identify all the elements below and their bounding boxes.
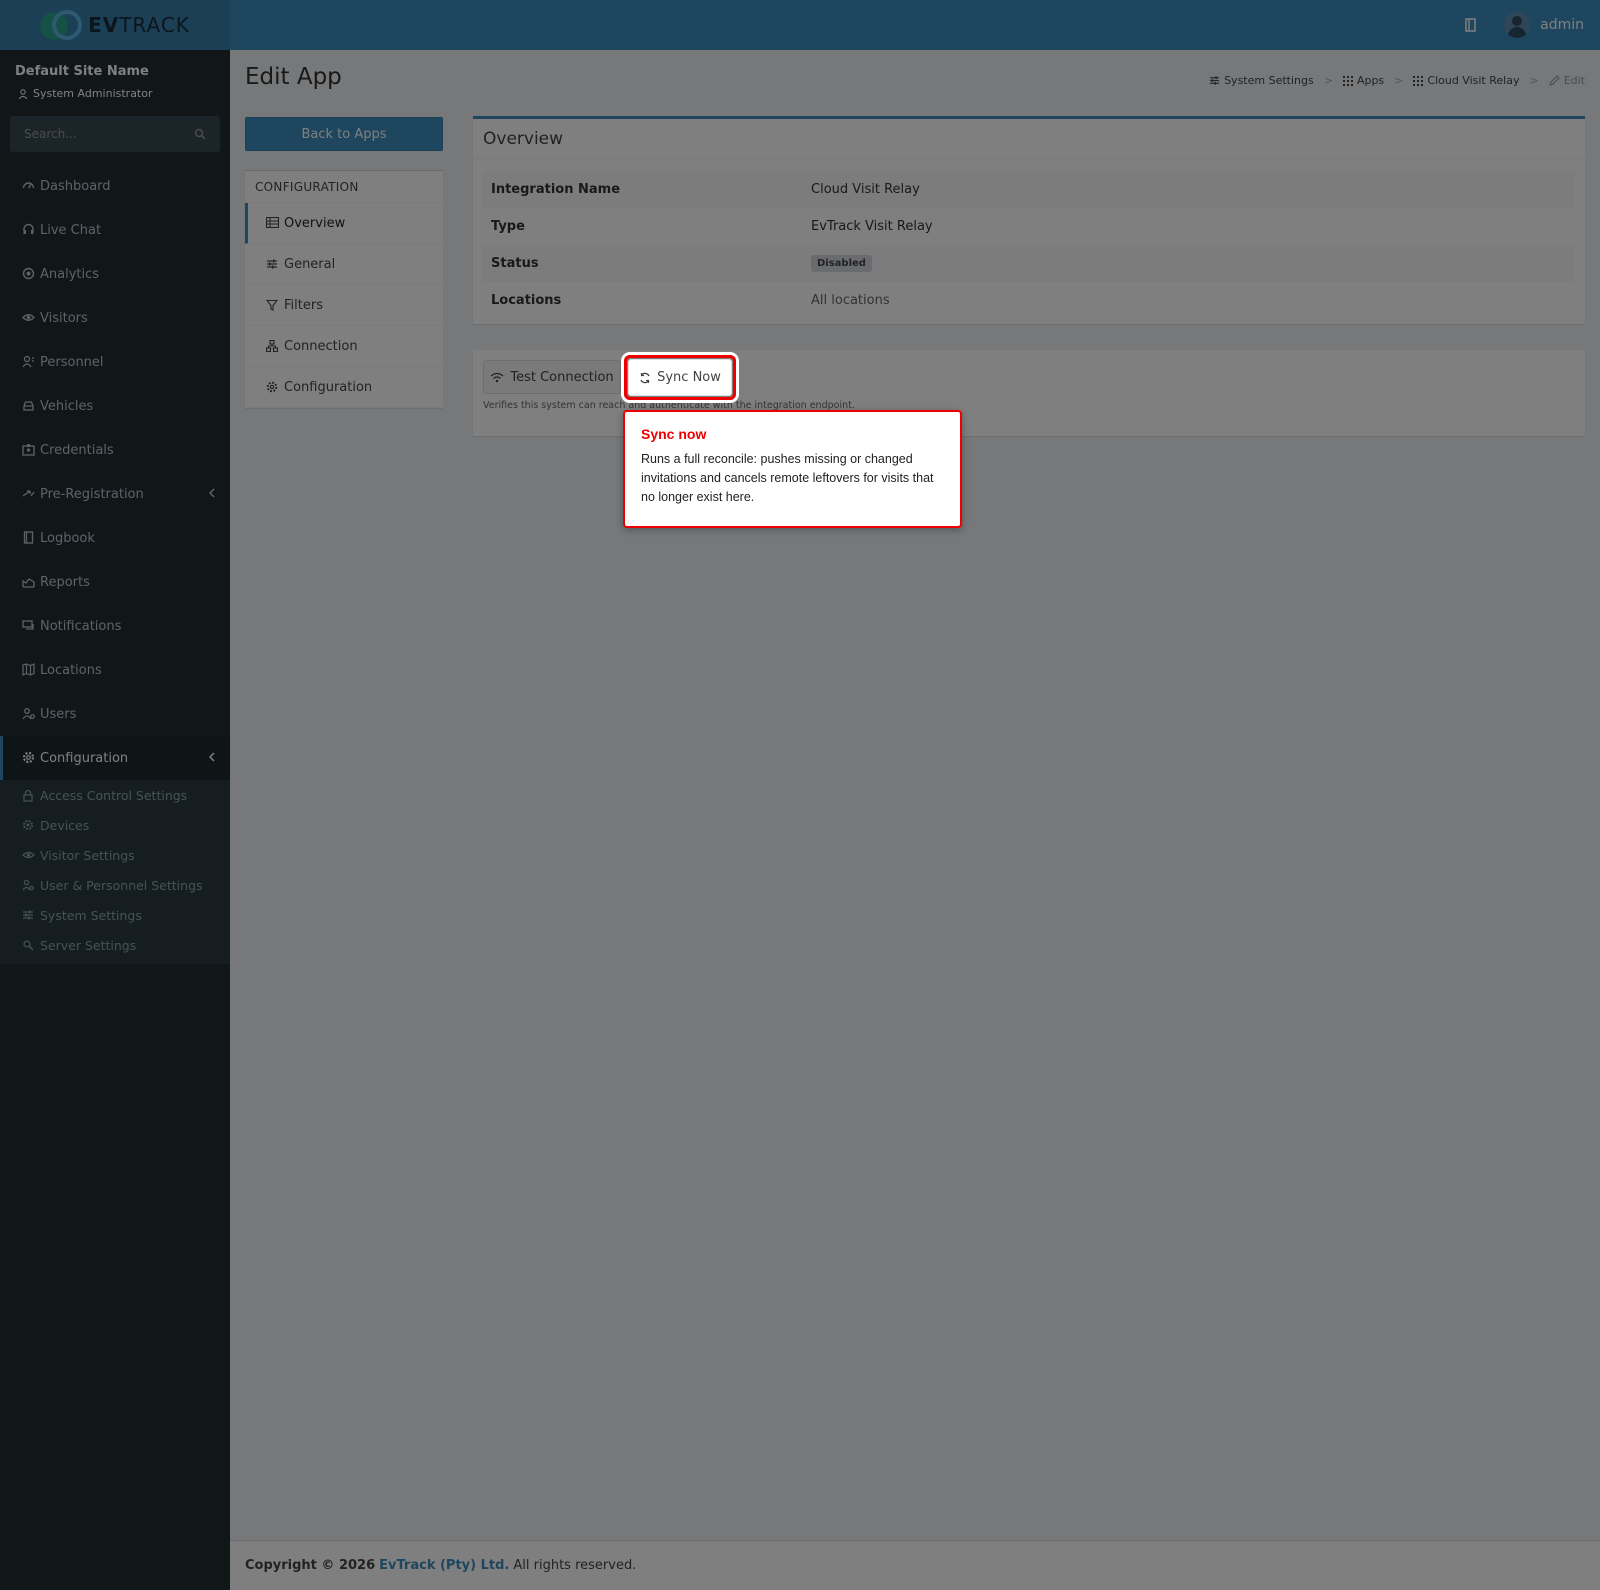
tooltip-title: Sync now bbox=[641, 426, 707, 442]
tooltip-body: Runs a full reconcile: pushes missing or… bbox=[641, 452, 934, 504]
tour-overlay bbox=[0, 0, 1600, 1590]
tour-highlight-frame bbox=[624, 355, 736, 400]
tour-tooltip: Sync now Runs a full reconcile: pushes m… bbox=[623, 410, 962, 528]
